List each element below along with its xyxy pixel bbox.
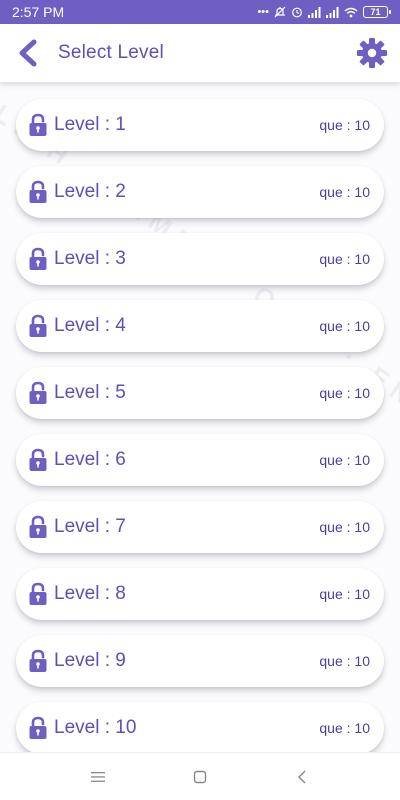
alarm-icon <box>292 7 302 18</box>
level-list: Level : 1 que : 10 Level : 2 que : 10 Le… <box>0 82 400 752</box>
level-item-10[interactable]: Level : 10 que : 10 <box>16 702 384 752</box>
lock-icon <box>28 246 48 272</box>
level-label: Level : 4 <box>54 315 126 336</box>
nav-home-button[interactable] <box>180 757 220 797</box>
status-icons: ••• 71 <box>257 6 391 18</box>
menu-icon <box>91 771 105 782</box>
status-time: 2:57 PM <box>12 4 65 20</box>
lock-icon <box>28 179 48 205</box>
level-item-1[interactable]: Level : 1 que : 10 <box>16 99 384 151</box>
question-count: que : 10 <box>319 184 370 200</box>
lock-icon <box>28 447 48 473</box>
level-item-7[interactable]: Level : 7 que : 10 <box>16 501 384 553</box>
level-item-2[interactable]: Level : 2 que : 10 <box>16 166 384 218</box>
signal-icon-2 <box>326 6 339 18</box>
question-count: que : 10 <box>319 318 370 334</box>
lock-icon <box>28 581 48 607</box>
wifi-icon <box>344 7 358 17</box>
back-chevron-icon <box>298 770 306 783</box>
question-count: que : 10 <box>319 519 370 535</box>
level-item-8[interactable]: Level : 8 que : 10 <box>16 568 384 620</box>
question-count: que : 10 <box>319 452 370 468</box>
question-count: que : 10 <box>319 251 370 267</box>
lock-icon <box>28 112 48 138</box>
level-item-6[interactable]: Level : 6 que : 10 <box>16 434 384 486</box>
lock-icon <box>28 715 48 741</box>
level-item-4[interactable]: Level : 4 que : 10 <box>16 300 384 352</box>
settings-button[interactable] <box>344 24 400 82</box>
lock-icon <box>28 380 48 406</box>
back-button[interactable] <box>2 24 54 82</box>
level-label: Level : 7 <box>54 516 126 537</box>
lock-icon <box>28 313 48 339</box>
question-count: que : 10 <box>319 117 370 133</box>
question-count: que : 10 <box>319 385 370 401</box>
level-label: Level : 5 <box>54 382 126 403</box>
nav-menu-button[interactable] <box>78 757 118 797</box>
level-item-5[interactable]: Level : 5 que : 10 <box>16 367 384 419</box>
question-count: que : 10 <box>319 720 370 736</box>
signal-icon-1 <box>308 6 321 18</box>
page-title: Select Level <box>58 42 164 63</box>
mute-icon <box>274 6 286 18</box>
app-bar: Select Level <box>0 24 400 82</box>
question-count: que : 10 <box>319 653 370 669</box>
level-label: Level : 8 <box>54 583 126 604</box>
battery-icon: 71 <box>363 6 391 18</box>
level-label: Level : 1 <box>54 114 126 135</box>
lock-icon <box>28 514 48 540</box>
level-label: Level : 6 <box>54 449 126 470</box>
nav-back-button[interactable] <box>282 757 322 797</box>
home-square-icon <box>193 770 207 783</box>
system-nav-bar <box>0 752 400 800</box>
more-dots-icon: ••• <box>257 6 269 18</box>
gear-icon <box>357 38 387 68</box>
level-label: Level : 3 <box>54 248 126 269</box>
level-item-9[interactable]: Level : 9 que : 10 <box>16 635 384 687</box>
level-label: Level : 2 <box>54 181 126 202</box>
level-label: Level : 10 <box>54 717 137 738</box>
level-item-3[interactable]: Level : 3 que : 10 <box>16 233 384 285</box>
arrow-back-icon <box>19 39 37 67</box>
level-label: Level : 9 <box>54 650 126 671</box>
question-count: que : 10 <box>319 586 370 602</box>
status-bar: 2:57 PM ••• 71 <box>0 0 400 24</box>
lock-icon <box>28 648 48 674</box>
level-list-container[interactable]: ENGLISH GRAMMAR QUIZ · ENGLISH GRAMMAR Q… <box>0 82 400 752</box>
